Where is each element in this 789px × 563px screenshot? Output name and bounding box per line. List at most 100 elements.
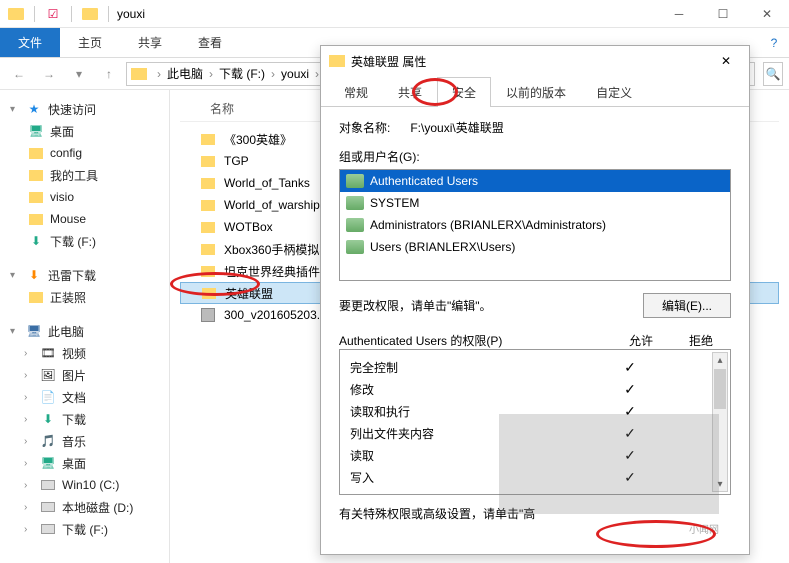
crumb-folder[interactable]: youxi (281, 67, 309, 81)
qat-check-icon[interactable]: ☑ (43, 4, 63, 24)
chevron-right-icon[interactable]: › (157, 67, 161, 81)
nav-item-downloads-f[interactable]: ⬇下载 (F:) (0, 230, 169, 252)
scroll-thumb[interactable] (714, 369, 726, 409)
user-row-selected[interactable]: Authenticated Users (340, 170, 730, 192)
tab-sharing[interactable]: 共享 (383, 77, 437, 107)
nav-item-visio[interactable]: visio (0, 186, 169, 208)
user-row[interactable]: Administrators (BRIANLERX\Administrators… (340, 214, 730, 236)
nav-item-drive-c[interactable]: ›Win10 (C:) (0, 474, 169, 496)
file-name: TGP (224, 154, 249, 168)
ribbon-tab-view[interactable]: 查看 (180, 28, 240, 57)
perm-name: 读取 (350, 447, 600, 464)
chevron-right-icon[interactable]: › (315, 67, 319, 81)
scroll-up-icon[interactable]: ▴ (713, 353, 727, 367)
ribbon-tab-home[interactable]: 主页 (60, 28, 120, 57)
user-row[interactable]: SYSTEM (340, 192, 730, 214)
nav-item-drive-d[interactable]: ›本地磁盘 (D:) (0, 496, 169, 518)
nav-item-desktop[interactable]: 🖥桌面 (0, 120, 169, 142)
edit-hint: 要更改权限，请单击"编辑"。 (339, 297, 631, 314)
perm-name: 读取和执行 (350, 403, 600, 420)
folder-icon (329, 55, 345, 67)
tab-general[interactable]: 常规 (329, 77, 383, 107)
nav-label: 图片 (62, 367, 86, 384)
perm-row: 读取和执行✓ (350, 400, 720, 422)
crumb-drive[interactable]: 下载 (F:) (219, 65, 265, 82)
ribbon-file-tab[interactable]: 文件 (0, 28, 60, 57)
file-name: WOTBox (224, 220, 273, 234)
scrollbar[interactable]: ▴ ▾ (712, 352, 728, 492)
user-row[interactable]: Users (BRIANLERX\Users) (340, 236, 730, 258)
group-users-label: 组或用户名(G): (339, 148, 731, 165)
window-titlebar: ☑ youxi ─ ☐ ✕ (0, 0, 789, 28)
advanced-hint: 有关特殊权限或高级设置，请单击"高 (339, 505, 535, 522)
nav-item-photo[interactable]: 正装照 (0, 286, 169, 308)
user-name: Administrators (BRIANLERX\Administrators… (370, 218, 606, 232)
nav-label: 下载 (62, 411, 86, 428)
dialog-close-button[interactable]: ✕ (711, 46, 741, 76)
recent-dropdown[interactable]: ▾ (66, 62, 92, 86)
file-name: 坦克世界经典插件 (224, 263, 320, 280)
dialog-body: 对象名称: F:\youxi\英雄联盟 组或用户名(G): Authentica… (321, 107, 749, 534)
tab-previous[interactable]: 以前的版本 (491, 77, 581, 107)
chevron-right-icon[interactable]: › (209, 67, 213, 81)
perm-row: 列出文件夹内容✓ (350, 422, 720, 444)
properties-dialog: 英雄联盟 属性 ✕ 常规 共享 安全 以前的版本 自定义 对象名称: F:\yo… (320, 45, 750, 555)
nav-item-downloads[interactable]: ›⬇下载 (0, 408, 169, 430)
crumb-thispc[interactable]: 此电脑 (167, 65, 203, 82)
users-icon (346, 240, 364, 254)
file-name: World_of_warships (224, 198, 326, 212)
forward-button[interactable]: → (36, 62, 62, 86)
nav-item-pictures[interactable]: ›🖼图片 (0, 364, 169, 386)
file-name: 300_v201605203.zip (224, 308, 335, 322)
navigation-pane: ▾★快速访问 🖥桌面 config 我的工具 visio Mouse ⬇下载 (… (0, 90, 170, 563)
chevron-right-icon[interactable]: › (271, 67, 275, 81)
nav-label: 下载 (F:) (50, 233, 96, 250)
tab-security[interactable]: 安全 (437, 77, 491, 107)
users-listbox[interactable]: Authenticated Users SYSTEM Administrator… (339, 169, 731, 281)
nav-item-music[interactable]: ›🎵音乐 (0, 430, 169, 452)
check-icon: ✓ (600, 447, 660, 464)
close-button[interactable]: ✕ (745, 0, 789, 28)
perm-name: 修改 (350, 381, 600, 398)
allow-header: 允许 (611, 332, 671, 349)
folder-icon (80, 4, 100, 24)
maximize-button[interactable]: ☐ (701, 0, 745, 28)
users-icon (346, 218, 364, 232)
up-button[interactable]: ↑ (96, 62, 122, 86)
nav-label: config (50, 146, 82, 160)
dialog-titlebar[interactable]: 英雄联盟 属性 ✕ (321, 46, 749, 76)
help-icon[interactable]: ? (759, 28, 789, 57)
file-name: World_of_Tanks (224, 176, 310, 190)
nav-quick-access[interactable]: ▾★快速访问 (0, 98, 169, 120)
edit-button[interactable]: 编辑(E)... (643, 293, 731, 318)
nav-label: 桌面 (50, 123, 74, 140)
nav-item-config[interactable]: config (0, 142, 169, 164)
folder-icon (6, 4, 26, 24)
nav-xunlei[interactable]: ▾⬇迅雷下载 (0, 264, 169, 286)
nav-label: 文档 (62, 389, 86, 406)
tab-customize[interactable]: 自定义 (581, 77, 647, 107)
nav-label: visio (50, 190, 74, 204)
nav-item-desktop2[interactable]: ›🖥桌面 (0, 452, 169, 474)
user-name: Authenticated Users (370, 174, 478, 188)
permissions-listbox: 完全控制✓ 修改✓ 读取和执行✓ 列出文件夹内容✓ 读取✓ 写入✓ ▴ ▾ (339, 349, 731, 495)
perm-row: 读取✓ (350, 444, 720, 466)
ribbon-tab-share[interactable]: 共享 (120, 28, 180, 57)
search-input[interactable]: 🔍 (763, 62, 783, 86)
nav-item-videos[interactable]: ›🎞视频 (0, 342, 169, 364)
nav-item-drive-f[interactable]: ›下载 (F:) (0, 518, 169, 540)
nav-item-tools[interactable]: 我的工具 (0, 164, 169, 186)
scroll-down-icon[interactable]: ▾ (713, 477, 727, 491)
file-name: 英雄联盟 (225, 285, 273, 302)
nav-item-mouse[interactable]: Mouse (0, 208, 169, 230)
nav-label: 本地磁盘 (D:) (62, 499, 133, 516)
nav-thispc[interactable]: ▾🖥此电脑 (0, 320, 169, 342)
back-button[interactable]: ← (6, 62, 32, 86)
check-icon: ✓ (600, 469, 660, 486)
users-icon (346, 174, 364, 188)
minimize-button[interactable]: ─ (657, 0, 701, 28)
nav-item-documents[interactable]: ›📄文档 (0, 386, 169, 408)
dialog-tabs: 常规 共享 安全 以前的版本 自定义 (321, 76, 749, 107)
user-name: Users (BRIANLERX\Users) (370, 240, 515, 254)
users-icon (346, 196, 364, 210)
